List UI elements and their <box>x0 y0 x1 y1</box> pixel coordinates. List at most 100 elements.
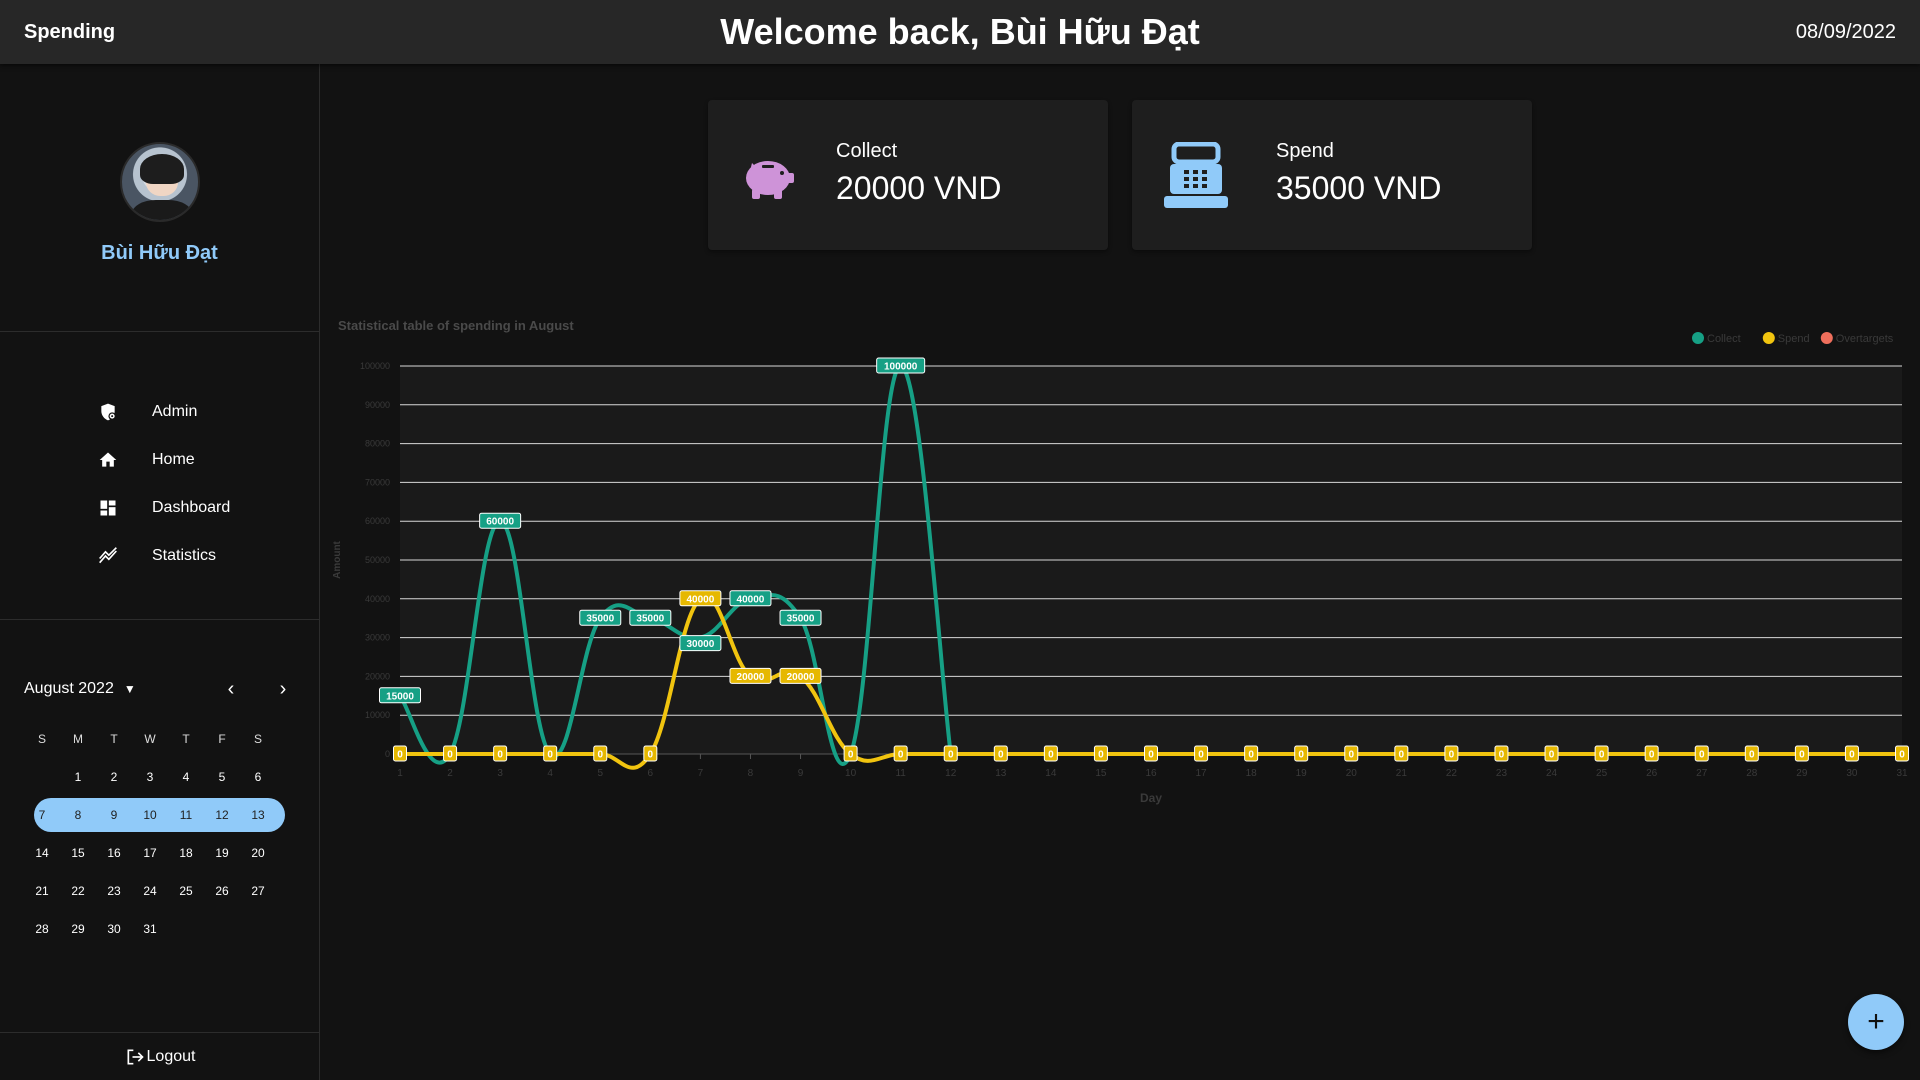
data-label-collect: 60000 <box>486 517 514 528</box>
x-tick-label: 8 <box>748 768 754 779</box>
y-tick-label: 10000 <box>365 710 390 720</box>
calendar-weekday: W <box>144 732 156 746</box>
calendar-week-row: 14 15 16 17 18 19 20 <box>24 834 295 872</box>
welcome-heading: Welcome back, Bùi Hữu Đạt <box>720 11 1200 52</box>
data-label-spend: 0 <box>1749 750 1755 761</box>
data-label-spend: 0 <box>848 750 854 761</box>
x-tick-label: 16 <box>1145 768 1157 779</box>
calendar-weekday: S <box>37 732 46 746</box>
calendar-day[interactable]: 28 <box>24 922 60 936</box>
sidebar: Bùi Hữu Đạt Admin Home Dashboard Statist… <box>0 64 320 1080</box>
calendar-day[interactable]: 6 <box>240 770 276 784</box>
legend-label: Overtargets <box>1836 333 1894 345</box>
calendar-day[interactable]: 4 <box>168 770 204 784</box>
data-label-spend: 0 <box>948 750 954 761</box>
calendar-day[interactable]: 1 <box>60 770 96 784</box>
calendar-day[interactable]: 23 <box>96 884 132 898</box>
chevron-left-icon[interactable]: ‹ <box>219 678 243 701</box>
data-label-spend: 0 <box>1449 750 1455 761</box>
data-label-spend: 0 <box>1849 750 1855 761</box>
y-tick-label: 30000 <box>365 633 390 643</box>
sidebar-item-home[interactable]: Home <box>0 436 319 484</box>
spending-chart: Statistical table of spending in August 0… <box>320 244 1920 824</box>
collect-value: 20000 VND <box>836 170 1002 206</box>
avatar[interactable] <box>119 142 200 222</box>
x-tick-label: 7 <box>698 768 704 779</box>
x-tick-label: 14 <box>1045 768 1057 779</box>
sidebar-item-admin[interactable]: Admin <box>0 388 319 436</box>
top-app-bar: Spending Welcome back, Bùi Hữu Đạt 08/09… <box>0 0 1920 64</box>
calendar-day[interactable]: 14 <box>24 846 60 860</box>
calendar-weekday: F <box>218 732 226 746</box>
data-label-spend: 0 <box>1549 750 1555 761</box>
calendar-day[interactable]: 25 <box>168 884 204 898</box>
data-label-collect: 35000 <box>636 614 664 625</box>
calendar-day[interactable]: 24 <box>132 884 168 898</box>
dashboard-icon <box>96 496 120 520</box>
legend-marker <box>1692 332 1704 344</box>
calendar-day[interactable]: 15 <box>60 846 96 860</box>
y-tick-label: 70000 <box>365 477 390 487</box>
cash-register-icon <box>1162 141 1228 208</box>
sidebar-item-dashboard[interactable]: Dashboard <box>0 484 319 532</box>
data-label-spend: 0 <box>1098 750 1104 761</box>
add-button[interactable]: + <box>1848 994 1904 1050</box>
x-tick-label: 2 <box>447 768 453 779</box>
app-title[interactable]: Spending <box>24 21 115 44</box>
calendar-day[interactable]: 26 <box>204 884 240 898</box>
calendar-day[interactable]: 3 <box>132 770 168 784</box>
calendar-weekday: T <box>110 732 118 746</box>
x-tick-label: 21 <box>1396 768 1408 779</box>
calendar-day[interactable]: 12 <box>204 808 240 822</box>
current-date: 08/09/2022 <box>1795 20 1896 43</box>
calendar-day[interactable]: 31 <box>132 922 168 936</box>
legend-label: Collect <box>1707 333 1741 345</box>
home-icon <box>96 448 120 472</box>
calendar-day[interactable]: 19 <box>204 846 240 860</box>
main-content: Collect 20000 VND Spend 35000 VND Statis… <box>320 64 1920 1080</box>
calendar-day[interactable]: 13 <box>240 808 276 822</box>
logout-button[interactable]: Logout <box>0 1032 320 1080</box>
x-tick-label: 29 <box>1796 768 1808 779</box>
x-tick-label: 12 <box>945 768 957 779</box>
x-tick-label: 24 <box>1546 768 1558 779</box>
piggy-bank-icon <box>738 145 798 205</box>
calendar-day[interactable]: 8 <box>60 808 96 822</box>
calendar-day[interactable]: 27 <box>240 884 276 898</box>
data-label-spend: 0 <box>447 750 453 761</box>
sidebar-item-statistics[interactable]: Statistics <box>0 532 319 580</box>
spend-card: Spend 35000 VND <box>1132 100 1532 250</box>
calendar-day[interactable]: 17 <box>132 846 168 860</box>
calendar-day[interactable]: 18 <box>168 846 204 860</box>
x-tick-label: 3 <box>497 768 503 779</box>
calendar-day[interactable]: 10 <box>132 808 168 822</box>
calendar-day[interactable]: 22 <box>60 884 96 898</box>
x-tick-label: 18 <box>1246 768 1258 779</box>
calendar-day[interactable]: 9 <box>96 808 132 822</box>
data-label-spend: 0 <box>597 750 603 761</box>
calendar-day[interactable]: 20 <box>240 846 276 860</box>
calendar-day[interactable]: 21 <box>24 884 60 898</box>
data-label-collect: 40000 <box>737 594 765 605</box>
calendar-day[interactable]: 30 <box>96 922 132 936</box>
spend-value: 35000 VND <box>1276 170 1442 206</box>
admin-shield-icon <box>96 400 120 424</box>
collect-card: Collect 20000 VND <box>708 100 1108 250</box>
calendar-day[interactable]: 29 <box>60 922 96 936</box>
calendar-month-label[interactable]: August 2022 <box>24 680 114 698</box>
calendar-day[interactable]: 11 <box>168 808 204 822</box>
data-label-spend: 0 <box>1499 750 1505 761</box>
y-axis-label: Amount <box>332 540 343 578</box>
chevron-down-icon[interactable]: ▼ <box>124 682 136 696</box>
chevron-right-icon[interactable]: › <box>271 678 295 701</box>
spend-label: Spend <box>1276 140 1334 162</box>
chart-svg: Statistical table of spending in August 0… <box>332 318 1909 805</box>
calendar-day[interactable]: 7 <box>24 808 60 822</box>
x-tick-label: 6 <box>648 768 654 779</box>
calendar-weekday: T <box>182 732 190 746</box>
data-label-collect: 35000 <box>787 614 815 625</box>
x-tick-label: 23 <box>1496 768 1508 779</box>
calendar-day[interactable]: 16 <box>96 846 132 860</box>
calendar-day[interactable]: 5 <box>204 770 240 784</box>
calendar-day[interactable]: 2 <box>96 770 132 784</box>
